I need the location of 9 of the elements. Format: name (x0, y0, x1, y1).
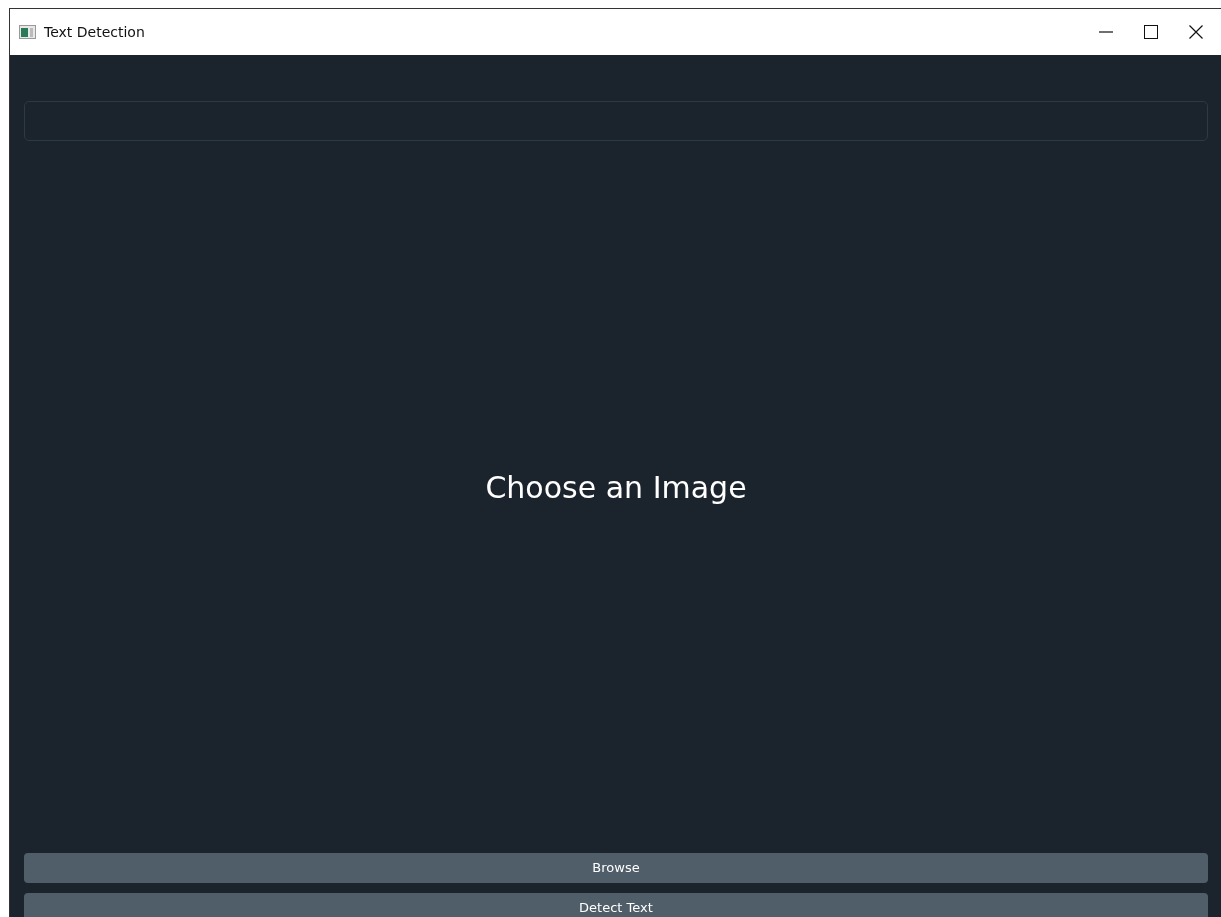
minimize-icon (1099, 31, 1113, 33)
app-icon (19, 25, 36, 39)
image-placeholder-text: Choose an Image (485, 468, 747, 507)
maximize-icon (1144, 25, 1158, 39)
window-title: Text Detection (44, 22, 145, 42)
action-button[interactable]: Browse (24, 853, 1208, 883)
close-icon (1189, 25, 1203, 39)
path-field[interactable] (24, 101, 1208, 141)
action-button[interactable]: Detect Text (24, 893, 1208, 917)
